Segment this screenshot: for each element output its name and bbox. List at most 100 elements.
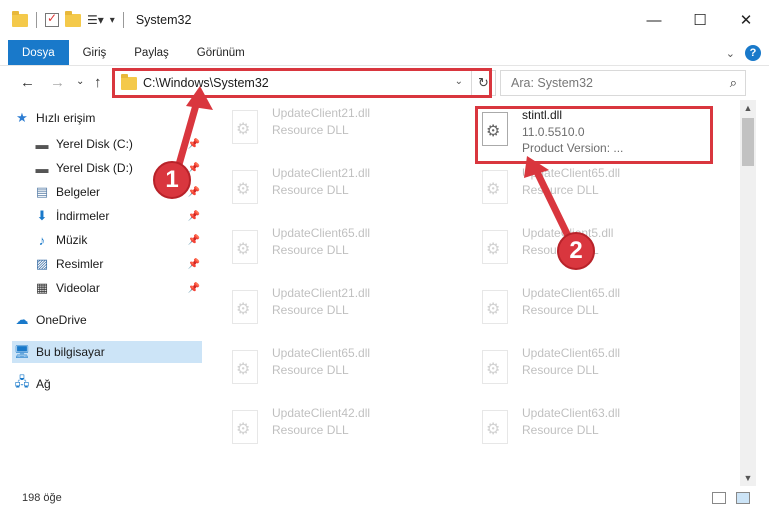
up-arrow-icon[interactable]: ↑ <box>94 74 102 91</box>
forward-arrow-icon[interactable]: → <box>50 74 65 91</box>
file-name: UpdateClient21.dll <box>272 166 371 180</box>
quick-access-toolbar: ☰▾ ▾ <box>0 0 126 40</box>
dll-file-icon <box>232 350 258 384</box>
file-name: UpdateClient65.dll <box>522 286 621 300</box>
customize-toolbar-icon[interactable]: ☰▾ <box>87 13 104 27</box>
sidebar-item-music[interactable]: ♪ Müzik 📌 <box>34 229 202 251</box>
dll-file-icon <box>232 170 258 204</box>
file-type: Resource DLL <box>272 183 349 197</box>
file-item[interactable]: UpdateClient63.dll Resource DLL <box>478 406 712 458</box>
back-arrow-icon[interactable]: ← <box>20 74 35 91</box>
scroll-up-icon[interactable]: ▲ <box>740 100 756 116</box>
sidebar-item-label: Hızlı erişim <box>36 111 96 125</box>
dll-file-icon <box>232 230 258 264</box>
file-item[interactable]: UpdateClient21.dll Resource DLL <box>228 106 462 158</box>
dll-file-icon <box>232 110 258 144</box>
sidebar-item-network[interactable]: 🖧 Ağ <box>14 373 200 395</box>
videos-icon: ▦ <box>35 280 49 295</box>
pin-icon[interactable]: 📌 <box>188 283 200 294</box>
sidebar-item-label: Belgeler <box>56 185 101 199</box>
file-type: Resource DLL <box>272 243 349 257</box>
file-item[interactable]: UpdateClient65.dll Resource DLL <box>228 226 462 278</box>
sidebar-item-label: Müzik <box>56 233 88 247</box>
sidebar-item-drive-c[interactable]: ▬ Yerel Disk (C:) 📌 <box>34 133 202 155</box>
sidebar-item-label: İndirmeler <box>56 209 110 223</box>
sidebar-item-label: Bu bilgisayar <box>36 345 105 359</box>
sidebar-item-onedrive[interactable]: ☁ OneDrive <box>14 309 200 331</box>
sidebar-item-quick-access[interactable]: ★ Hızlı erişim <box>14 107 200 129</box>
file-name: UpdateClient21.dll <box>272 106 371 120</box>
sidebar-item-pictures[interactable]: ▨ Resimler 📌 <box>34 253 202 275</box>
dll-file-icon <box>232 290 258 324</box>
file-highlight <box>475 106 713 164</box>
qat-dropdown-icon[interactable]: ▾ <box>110 15 115 26</box>
sidebar-item-label: Resimler <box>56 257 104 271</box>
file-item[interactable]: UpdateClient42.dll Resource DLL <box>228 406 462 458</box>
sidebar-item-label: OneDrive <box>36 313 87 327</box>
drive-icon: ▬ <box>35 160 49 176</box>
separator <box>36 12 37 28</box>
help-icon[interactable]: ? <box>745 45 761 61</box>
file-name: UpdateClient65.dll <box>522 166 621 180</box>
vertical-scrollbar[interactable]: ▲ ▼ <box>740 100 756 486</box>
cloud-icon: ☁ <box>15 312 29 327</box>
pin-icon[interactable]: 📌 <box>188 187 200 198</box>
minimize-button[interactable]: — <box>631 0 677 40</box>
tab-file[interactable]: Dosya <box>8 40 69 65</box>
sidebar-item-label: Ağ <box>36 377 51 391</box>
tab-view[interactable]: Görünüm <box>183 40 259 65</box>
dll-file-icon <box>482 230 508 264</box>
sidebar-item-label: Yerel Disk (D:) <box>56 161 133 175</box>
file-type: Resource DLL <box>522 423 599 437</box>
file-type: Resource DLL <box>522 303 599 317</box>
download-icon: ⬇ <box>36 208 48 223</box>
close-button[interactable]: ✕ <box>723 0 769 40</box>
sidebar-item-this-pc[interactable]: 🖥 Bu bilgisayar <box>12 341 202 363</box>
file-item[interactable]: UpdateClient65.dll Resource DLL <box>478 166 712 218</box>
properties-icon[interactable] <box>45 11 59 27</box>
new-folder-icon[interactable] <box>65 10 81 27</box>
sidebar-item-label: Videolar <box>56 281 100 295</box>
search-input[interactable]: Ara: System32 ⌕ <box>500 70 746 96</box>
sidebar-item-downloads[interactable]: ⬇ İndirmeler 📌 <box>34 205 202 227</box>
file-item[interactable]: UpdateClient65.dll Resource DLL <box>478 286 712 338</box>
pin-icon[interactable]: 📌 <box>188 139 200 150</box>
details-view-icon[interactable] <box>712 492 726 504</box>
scroll-down-icon[interactable]: ▼ <box>740 470 756 486</box>
recent-locations-icon[interactable]: ⌄ <box>76 76 84 87</box>
chevron-down-icon[interactable]: ⌄ <box>726 47 735 60</box>
item-count: 198 öğe <box>22 492 62 504</box>
file-name: UpdateClient21.dll <box>272 286 371 300</box>
scroll-thumb[interactable] <box>742 118 754 166</box>
computer-icon: 🖥 <box>13 344 31 359</box>
file-item[interactable]: UpdateClient65.dll Resource DLL <box>228 346 462 398</box>
file-type: Resource DLL <box>272 303 349 317</box>
dll-file-icon <box>482 410 508 444</box>
search-placeholder: Ara: System32 <box>511 76 593 90</box>
annotation-marker-2: 2 <box>557 232 595 270</box>
file-item[interactable]: UpdateClient65.dll Resource DLL <box>478 346 712 398</box>
file-item[interactable]: UpdateClient21.dll Resource DLL <box>228 166 462 218</box>
tab-home[interactable]: Giriş <box>69 40 121 65</box>
tab-share[interactable]: Paylaş <box>120 40 183 65</box>
large-icons-view-icon[interactable] <box>736 492 750 504</box>
file-name: UpdateClient65.dll <box>272 226 371 240</box>
file-name: UpdateClient63.dll <box>522 406 621 420</box>
address-highlight <box>112 68 492 98</box>
documents-icon: ▤ <box>35 184 49 199</box>
dll-file-icon <box>482 350 508 384</box>
sidebar-item-videos[interactable]: ▦ Videolar 📌 <box>34 277 202 299</box>
maximize-button[interactable]: ☐ <box>677 0 723 40</box>
file-item[interactable]: UpdateClient21.dll Resource DLL <box>228 286 462 338</box>
file-name: UpdateClient42.dll <box>272 406 371 420</box>
pin-icon[interactable]: 📌 <box>188 259 200 270</box>
network-icon: 🖧 <box>14 374 30 389</box>
pictures-icon: ▨ <box>35 256 49 271</box>
pin-icon[interactable]: 📌 <box>188 211 200 222</box>
file-type: Resource DLL <box>522 183 599 197</box>
file-type: Resource DLL <box>272 123 349 137</box>
pin-icon[interactable]: 📌 <box>188 235 200 246</box>
ribbon-tabs: Dosya Giriş Paylaş Görünüm ⌄ ? <box>0 40 769 66</box>
drive-icon: ▬ <box>35 136 49 152</box>
file-item[interactable]: UpdateClient5.dllResource DLL <box>478 226 712 278</box>
